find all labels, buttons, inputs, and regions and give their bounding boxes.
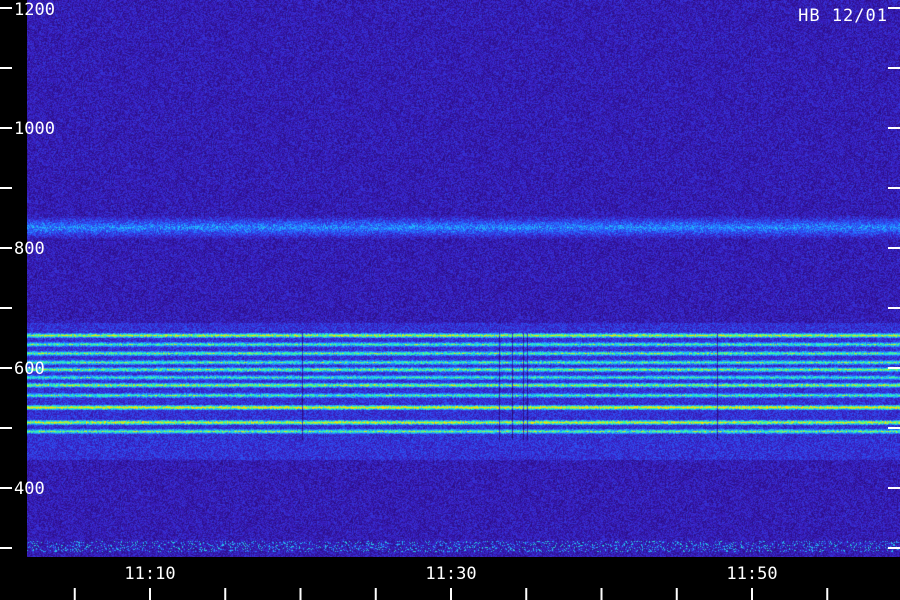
left-axis-strip bbox=[0, 0, 27, 600]
y-axis: 400 600 800 1000 1200 bbox=[0, 0, 900, 549]
station-label: HB 12/01 bbox=[798, 6, 888, 26]
y-tick-label: 600 bbox=[14, 359, 45, 379]
x-tick-label: 11:30 bbox=[425, 564, 476, 584]
x-tick-label: 11:10 bbox=[124, 564, 175, 584]
y-tick-label: 1000 bbox=[14, 119, 55, 139]
y-tick-label: 400 bbox=[14, 479, 45, 499]
y-tick-label: 1200 bbox=[14, 0, 55, 20]
x-tick-label: 11:50 bbox=[726, 564, 777, 584]
y-tick-label: 800 bbox=[14, 239, 45, 259]
axis-layer: 400 600 800 1000 1200 11:10 11:30 11:50 bbox=[0, 0, 900, 600]
